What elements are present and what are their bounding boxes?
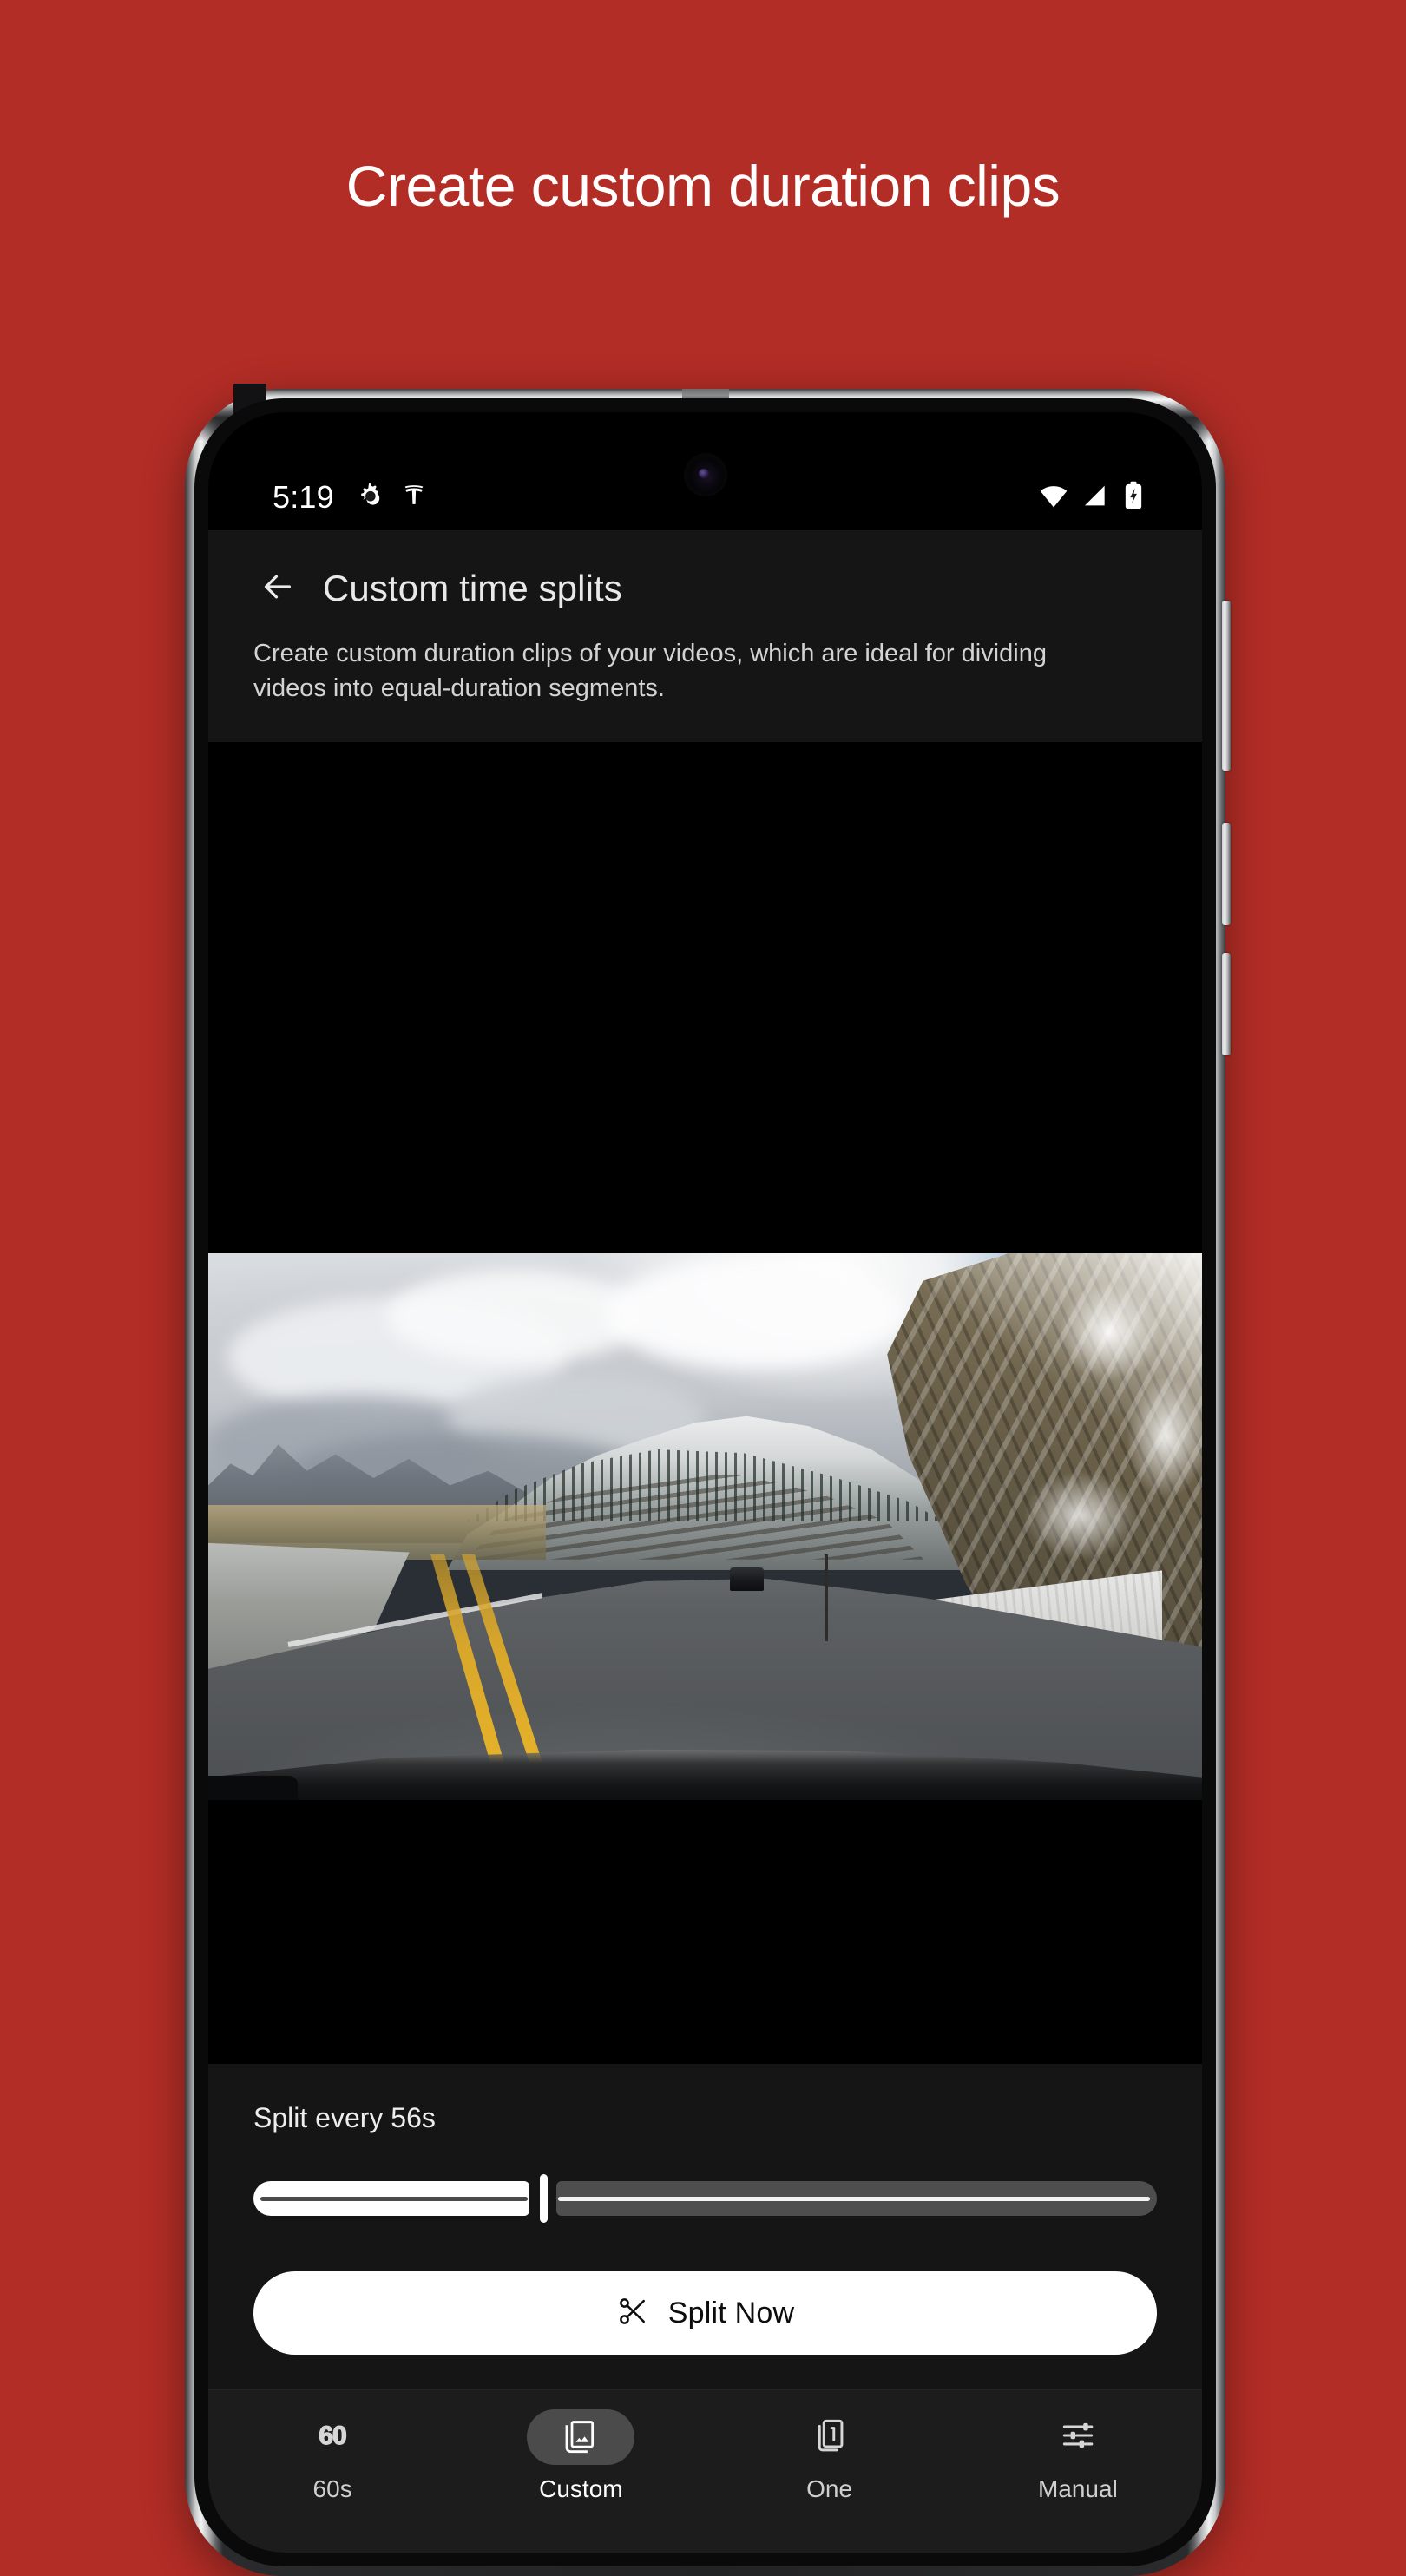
sixty-numerals-icon: 60 bbox=[309, 2417, 356, 2458]
tesla-logo-icon bbox=[400, 482, 428, 514]
split-now-label: Split Now bbox=[667, 2296, 795, 2330]
slider-inactive-line bbox=[557, 2197, 1150, 2201]
header-row: Custom time splits bbox=[208, 560, 1202, 617]
page-description: Create custom duration clips of your vid… bbox=[253, 640, 1047, 703]
single-page-one-icon bbox=[811, 2416, 849, 2459]
split-interval-slider[interactable] bbox=[253, 2174, 1157, 2223]
nav-pill-manual bbox=[1024, 2409, 1132, 2465]
promo-headline: Create custom duration clips bbox=[345, 154, 1061, 218]
cellular-signal-icon bbox=[1081, 482, 1109, 514]
scissors-icon bbox=[616, 2295, 649, 2332]
slider-active-line bbox=[260, 2197, 528, 2201]
back-button[interactable] bbox=[253, 564, 302, 613]
bottom-navigation-bar: 60 60s Custom One Manual bbox=[208, 2389, 1202, 2553]
wifi-icon bbox=[1039, 481, 1068, 515]
phone-device-mockup: 5:19 Custom time splits Create custom du… bbox=[185, 384, 1231, 2576]
volume-up-button[interactable] bbox=[1222, 601, 1231, 771]
volume-down-button[interactable] bbox=[1222, 823, 1231, 925]
nav-pill-custom bbox=[527, 2409, 635, 2465]
scene-cloud bbox=[606, 1258, 904, 1369]
scene-roadside-pole bbox=[824, 1554, 828, 1642]
nav-item-60s[interactable]: 60 60s bbox=[208, 2409, 457, 2553]
photo-library-icon bbox=[562, 2416, 600, 2459]
back-arrow-icon bbox=[258, 567, 298, 611]
app-gear-icon bbox=[355, 481, 384, 515]
status-bar: 5:19 bbox=[208, 464, 1202, 530]
scene-side-mirror bbox=[208, 1775, 299, 1800]
split-interval-label: Split every 56s bbox=[253, 2102, 436, 2133]
slider-thumb[interactable] bbox=[539, 2174, 548, 2223]
nav-item-one[interactable]: One bbox=[706, 2409, 954, 2553]
battery-charging-icon bbox=[1122, 481, 1145, 515]
tune-sliders-icon bbox=[1059, 2416, 1097, 2459]
nav-item-custom[interactable]: Custom bbox=[457, 2409, 705, 2553]
nav-label-one: One bbox=[806, 2475, 853, 2502]
split-control-panel: Split every 56s Split Now bbox=[208, 2064, 1202, 2389]
nav-pill-one bbox=[776, 2409, 884, 2465]
status-bar-system-icons bbox=[1039, 481, 1145, 515]
nav-pill-60s: 60 bbox=[279, 2409, 386, 2465]
app-header-card: Custom time splits Create custom duratio… bbox=[208, 530, 1202, 743]
video-preview-frame[interactable] bbox=[208, 1253, 1202, 1800]
page-title: Custom time splits bbox=[323, 568, 622, 608]
split-now-button[interactable]: Split Now bbox=[253, 2271, 1157, 2355]
nav-label-manual: Manual bbox=[1037, 2475, 1118, 2502]
power-button[interactable] bbox=[1222, 953, 1231, 1055]
video-preview-stage[interactable] bbox=[208, 812, 1202, 2242]
svg-text:60: 60 bbox=[319, 2422, 346, 2450]
status-bar-notification-icons bbox=[355, 481, 428, 515]
scene-car-ahead bbox=[730, 1567, 765, 1591]
nav-label-custom: Custom bbox=[539, 2475, 623, 2502]
phone-screen: 5:19 Custom time splits Create custom du… bbox=[208, 412, 1202, 2553]
status-bar-clock: 5:19 bbox=[273, 479, 334, 515]
nav-item-manual[interactable]: Manual bbox=[954, 2409, 1202, 2553]
nav-label-60s: 60s bbox=[312, 2475, 352, 2502]
